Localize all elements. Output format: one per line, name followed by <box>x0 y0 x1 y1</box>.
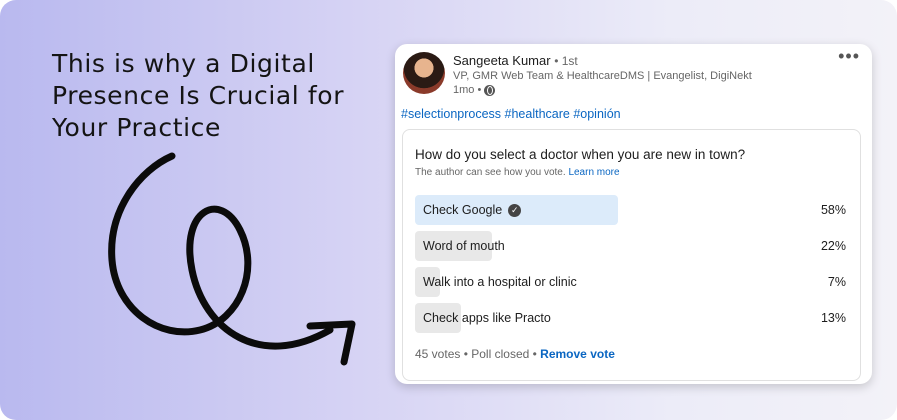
connection-degree: • 1st <box>554 54 578 68</box>
author-name[interactable]: Sangeeta Kumar <box>453 53 551 68</box>
poll-option-label: Walk into a hospital or clinic <box>423 275 577 289</box>
remove-vote-link[interactable]: Remove vote <box>540 347 615 361</box>
hashtags[interactable]: #selectionprocess #healthcare #opinión <box>401 107 621 121</box>
headline-line-1: This is why a Digital <box>52 49 315 78</box>
check-icon: ✓ <box>508 203 522 217</box>
learn-more-link[interactable]: Learn more <box>568 167 619 178</box>
poll-visibility-note: The author can see how you vote. Learn m… <box>415 167 620 178</box>
post-time: 1mo • <box>453 84 482 96</box>
post-meta: 1mo • <box>453 84 496 96</box>
poll-option[interactable]: Check Google ✓ 58% <box>415 195 846 225</box>
globe-icon <box>484 84 496 96</box>
more-options-icon[interactable]: ••• <box>838 46 860 67</box>
poll-question: How do you select a doctor when you are … <box>415 147 746 162</box>
visibility-text: The author can see how you vote. <box>415 167 566 178</box>
poll-option-percent: 13% <box>820 311 846 325</box>
poll-option-label: Check Google <box>423 203 503 217</box>
linkedin-post-card: Sangeeta Kumar • 1st VP, GMR Web Team & … <box>395 44 872 384</box>
swirl-arrow-icon <box>108 152 356 366</box>
poll-status: • Poll closed • <box>463 347 537 361</box>
poll-option-percent: 7% <box>827 275 846 289</box>
poll-option[interactable]: Word of mouth 22% <box>415 231 846 261</box>
author-avatar[interactable] <box>403 52 445 94</box>
headline: This is why a Digital Presence Is Crucia… <box>52 48 372 144</box>
headline-line-3: Your Practice <box>52 113 221 142</box>
poll-option-label: Check apps like Practo <box>423 311 551 325</box>
poll-option-percent: 58% <box>820 203 846 217</box>
author-line: Sangeeta Kumar • 1st <box>453 53 578 68</box>
poll-option-percent: 22% <box>820 239 846 253</box>
poll-option[interactable]: Walk into a hospital or clinic 7% <box>415 267 846 297</box>
headline-line-2: Presence Is Crucial for <box>52 81 345 110</box>
vote-count: 45 votes <box>415 347 461 361</box>
author-title: VP, GMR Web Team & HealthcareDMS | Evang… <box>453 70 752 82</box>
poll-box: How do you select a doctor when you are … <box>402 129 861 381</box>
poll-option[interactable]: Check apps like Practo 13% <box>415 303 846 333</box>
poll-footer: 45 votes • Poll closed • Remove vote <box>415 347 615 361</box>
poll-option-label: Word of mouth <box>423 239 505 253</box>
